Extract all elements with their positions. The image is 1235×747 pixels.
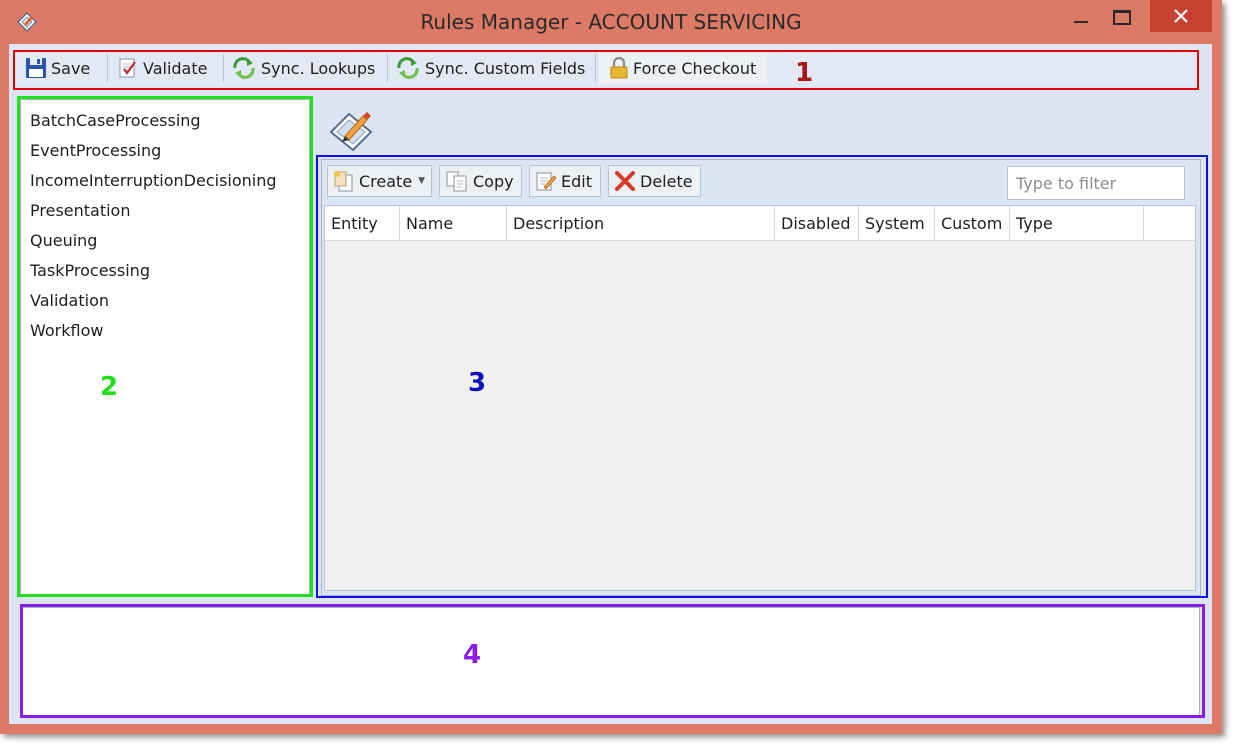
annotation-label-3: 3 [468,368,487,398]
annotation-label-2: 2 [100,372,119,402]
close-button[interactable] [1150,0,1212,32]
annotation-box-2 [17,96,313,597]
annotation-box-3 [316,155,1208,598]
rules-editor-icon [329,112,373,152]
annotation-label-4: 4 [463,640,482,670]
window-title: Rules Manager - ACCOUNT SERVICING [420,10,802,34]
maximize-button[interactable] [1106,0,1136,32]
annotation-label-1: 1 [795,58,814,88]
close-icon [1174,9,1188,23]
minimize-button[interactable] [1068,0,1094,32]
annotation-box-4 [20,604,1205,718]
annotation-box-1 [13,50,1199,90]
title-bar[interactable]: Rules Manager - ACCOUNT SERVICING [0,0,1222,44]
